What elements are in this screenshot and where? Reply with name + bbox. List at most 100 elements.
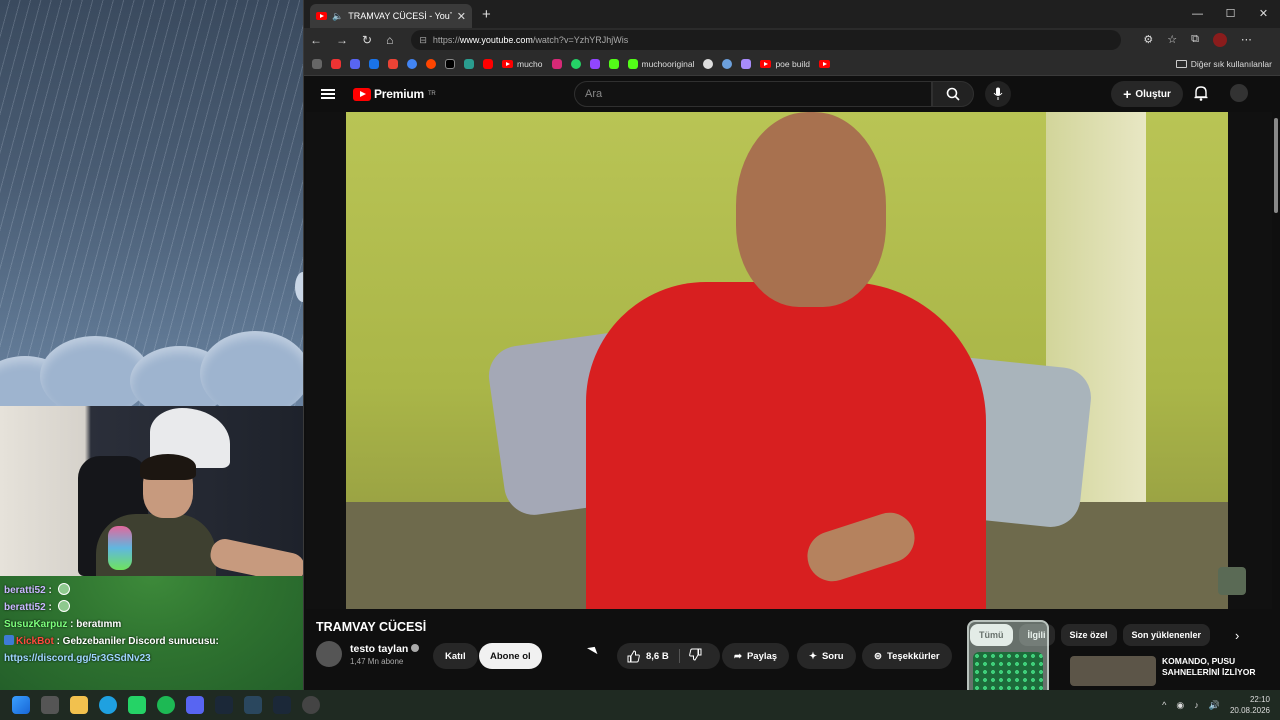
like-button[interactable]: 8,6 B — [627, 649, 669, 663]
reload-icon[interactable]: ↻ — [362, 33, 372, 47]
bookmark-poe-build[interactable]: poe build — [760, 59, 810, 69]
chat-line: SusuzKarpuz : beratımm — [4, 616, 300, 633]
maximize-icon[interactable]: ☐ — [1214, 0, 1247, 28]
spotify-icon[interactable] — [157, 696, 175, 714]
windows-start-icon[interactable] — [12, 696, 30, 714]
extensions-icon[interactable]: ⚙ — [1143, 33, 1153, 47]
speaker-icon[interactable]: 🔈 — [332, 11, 343, 22]
bookmark-mucho[interactable]: mucho — [502, 59, 543, 69]
video-player[interactable] — [306, 112, 1272, 609]
subscribe-button[interactable]: Abone ol — [479, 643, 542, 669]
ask-button[interactable]: ✦ Soru — [797, 643, 856, 669]
back-icon[interactable]: ← — [310, 33, 322, 47]
more-icon[interactable]: ⋯ — [1241, 33, 1252, 47]
youtube-bookmark-icon[interactable] — [818, 59, 830, 68]
stream-chat: beratti52 : beratti52 : SusuzKarpuz : be… — [4, 582, 300, 667]
google-bookmark-icon[interactable] — [407, 58, 417, 69]
minimize-icon[interactable]: — — [1181, 0, 1214, 28]
chip-recent[interactable]: Son yüklenenler — [1122, 624, 1211, 646]
join-button[interactable]: Katıl — [433, 643, 478, 669]
whatsapp-icon[interactable] — [128, 696, 146, 714]
forward-icon[interactable]: → — [336, 33, 348, 47]
favorites-icon[interactable]: ☆ — [1167, 33, 1177, 47]
menu-icon[interactable] — [321, 89, 335, 99]
other-bookmarks[interactable]: Diğer sık kullanılanlar — [1175, 59, 1272, 69]
close-tab-icon[interactable]: ✕ — [457, 10, 466, 23]
thumbs-up-icon — [627, 649, 640, 662]
youtube-favicon-icon — [502, 59, 513, 68]
bookmark-icon[interactable] — [741, 58, 752, 69]
create-button[interactable]: + Oluştur — [1111, 81, 1183, 107]
notifications-button[interactable] — [1194, 85, 1208, 106]
github-bookmark-icon[interactable] — [703, 58, 714, 69]
bot-badge-icon — [4, 635, 14, 645]
thanks-icon: ⊜ — [874, 650, 882, 662]
youtube-play-icon — [353, 87, 371, 101]
youtube-header: Premium TR Ara + Oluştur — [304, 76, 1280, 112]
mic-tray-icon[interactable]: ♪ — [1194, 700, 1199, 710]
tab-bar: 🔈 TRAMVAY CÜCESİ - YouTube ✕ + — ☐ ✕ — [304, 0, 1280, 28]
app-icon[interactable] — [244, 696, 262, 714]
system-tray: ^ ◉ ♪ 🔊 22:10 20.08.2026 — [1162, 690, 1270, 720]
chat-username: beratti52 — [4, 585, 46, 596]
x-bookmark-icon[interactable] — [445, 58, 455, 69]
bookmark-icon[interactable] — [722, 58, 733, 69]
twitch-bookmark-icon[interactable] — [589, 58, 600, 69]
taskbar: ^ ◉ ♪ 🔊 22:10 20.08.2026 — [0, 690, 1280, 720]
edge-icon[interactable] — [99, 696, 117, 714]
like-divider — [679, 649, 680, 663]
plus-icon: + — [1123, 86, 1132, 102]
steam-icon[interactable] — [273, 696, 291, 714]
share-button[interactable]: ➦ Paylaş — [722, 643, 790, 669]
file-explorer-icon[interactable] — [70, 696, 88, 714]
youtube-bookmark-icon[interactable] — [483, 58, 493, 69]
close-window-icon[interactable]: ✕ — [1247, 0, 1280, 28]
instagram-bookmark-icon[interactable] — [551, 58, 562, 69]
clock-time: 22:10 — [1249, 695, 1270, 704]
youtube-logo[interactable]: Premium TR — [353, 87, 436, 101]
volume-icon[interactable]: 🔊 — [1209, 700, 1220, 711]
mouse-cursor-icon — [587, 643, 600, 655]
bookmark-icon[interactable] — [369, 58, 379, 69]
site-info-icon[interactable]: ⊟ — [419, 35, 427, 46]
url-text: https://www.youtube.com/watch?v=YzhYRJhj… — [432, 35, 629, 45]
network-icon[interactable]: ◉ — [1176, 700, 1184, 711]
channel-name[interactable]: testo taylan — [350, 643, 420, 655]
home-icon[interactable]: ⌂ — [386, 33, 393, 47]
channel-avatar[interactable] — [316, 641, 342, 667]
chat-username: KickBot — [16, 636, 54, 647]
new-tab-icon[interactable]: + — [482, 6, 491, 23]
channel-watermark[interactable] — [1218, 567, 1246, 595]
voice-search-button[interactable] — [985, 81, 1011, 107]
dislike-button[interactable] — [689, 648, 702, 664]
profile-icon[interactable] — [1212, 33, 1227, 47]
chat-link[interactable]: https://discord.gg/5r3GSdNv23 — [4, 653, 151, 664]
search-input[interactable]: Ara — [574, 81, 932, 107]
clock-date: 20.08.2026 — [1229, 706, 1270, 715]
clock[interactable]: 22:10 20.08.2026 — [1230, 694, 1270, 716]
collections-icon[interactable]: ⧉ — [1191, 33, 1199, 47]
tab-youtube[interactable]: 🔈 TRAMVAY CÜCESİ - YouTube ✕ — [310, 4, 472, 28]
task-view-icon[interactable] — [41, 696, 59, 714]
page-scrollbar[interactable] — [1272, 112, 1280, 682]
gmail-bookmark-icon[interactable] — [388, 58, 398, 69]
whatsapp-bookmark-icon[interactable] — [570, 58, 581, 69]
reddit-bookmark-icon[interactable] — [426, 58, 436, 69]
account-avatar[interactable] — [1230, 84, 1248, 102]
chevron-right-icon[interactable]: › — [1235, 628, 1239, 643]
tray-chevron-icon[interactable]: ^ — [1162, 700, 1166, 710]
search-button[interactable] — [932, 81, 974, 107]
bookmark-icon[interactable] — [464, 58, 474, 69]
kick-bookmark-icon[interactable] — [608, 58, 619, 69]
url-field[interactable]: ⊟ https://www.youtube.com/watch?v=YzhYRJ… — [411, 30, 1122, 50]
discord-icon[interactable] — [186, 696, 204, 714]
bookmark-icon[interactable] — [312, 58, 322, 69]
obs-icon[interactable] — [302, 696, 320, 714]
chip-for-you[interactable]: Size özel — [1060, 624, 1117, 646]
bookmark-muchooriginal[interactable]: muchooriginal — [627, 58, 694, 69]
discord-bookmark-icon[interactable] — [350, 58, 360, 69]
steam-icon[interactable] — [215, 696, 233, 714]
bookmark-icon[interactable] — [331, 58, 341, 69]
recommended-video[interactable]: KOMANDO, PUSU SAHNELERİNİ İZLİYOR — [1070, 656, 1272, 686]
thanks-button[interactable]: ⊜ Teşekkürler — [862, 643, 952, 669]
